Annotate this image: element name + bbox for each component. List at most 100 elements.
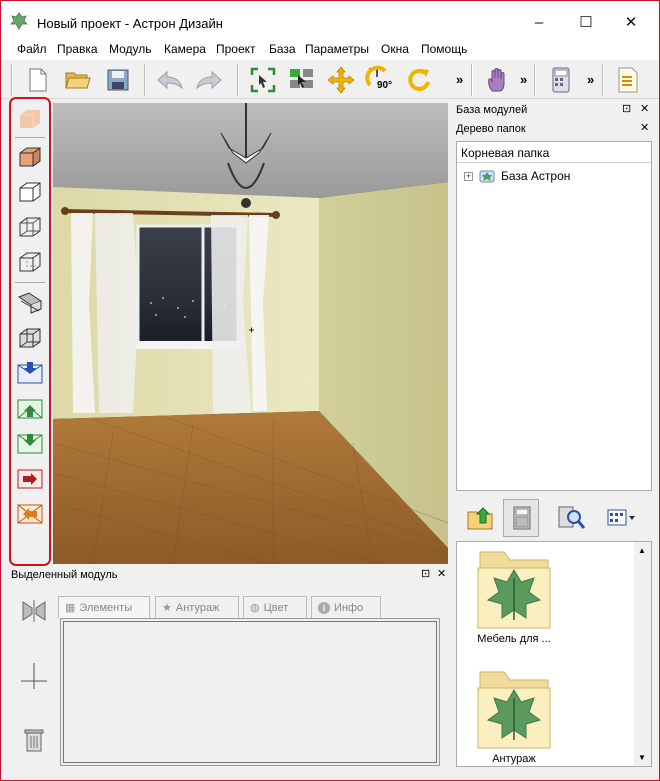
section-plane-icon (17, 292, 43, 314)
tree-node-root[interactable]: + База Астрон (464, 168, 570, 184)
folder-leaf-icon (477, 551, 551, 629)
view-right-button[interactable] (16, 464, 44, 492)
tab-content (60, 618, 440, 766)
folder-label: Антураж (492, 753, 536, 765)
move-button[interactable] (326, 65, 356, 95)
view-mode-toolbar (9, 97, 51, 566)
folder-tree-title: Дерево папок (456, 123, 526, 135)
menu-camera[interactable]: Камера (164, 42, 206, 56)
redo-button[interactable] (194, 65, 224, 95)
window-title: Новый проект - Астрон Дизайн (37, 16, 223, 31)
scroll-down-arrow-icon[interactable]: ▼ (638, 753, 646, 762)
star-icon: ★ (162, 602, 172, 614)
view-front-button[interactable] (16, 359, 44, 387)
view-mode-white-button[interactable] (16, 178, 44, 206)
redo-icon (196, 70, 222, 90)
view-bottom-button[interactable] (16, 429, 44, 457)
tab-info[interactable]: i Инфо (311, 596, 381, 618)
view-mode-wire-button[interactable] (16, 213, 44, 241)
tab-label: Антураж (175, 601, 220, 614)
toolbar-separator (237, 64, 239, 96)
view-mode-solid-disabled-button[interactable] (16, 105, 44, 133)
view-front-arrow-icon (17, 362, 43, 384)
folder-item-entourage[interactable]: Антураж (459, 668, 569, 765)
tab-entourage[interactable]: ★ Антураж (155, 596, 239, 618)
tab-content-area (63, 621, 437, 763)
delete-button[interactable] (17, 723, 51, 757)
view-mode-shaded-button[interactable] (16, 143, 44, 171)
menu-module[interactable]: Модуль (109, 42, 152, 56)
close-panel-icon[interactable]: ✕ (640, 121, 649, 134)
pan-hand-button[interactable] (483, 65, 513, 95)
folder-label: Мебель для ... (477, 633, 551, 645)
go-up-folder-button[interactable] (463, 499, 499, 537)
scroll-up-arrow-icon[interactable]: ▲ (638, 546, 646, 555)
open-folder-button[interactable] (63, 65, 93, 95)
toolbar-overflow-chevron-2[interactable]: » (520, 72, 527, 87)
folder-item-furniture[interactable]: Мебель для ... (459, 548, 569, 645)
minimize-button[interactable]: – (519, 9, 559, 37)
close-panel-icon[interactable]: ✕ (640, 102, 649, 115)
select-frame-button[interactable] (248, 65, 278, 95)
close-button[interactable]: ✕ (611, 9, 651, 37)
view-right-arrow-icon (17, 469, 43, 489)
menu-file[interactable]: Файл (17, 42, 47, 56)
new-file-button[interactable] (23, 65, 53, 95)
selected-module-title: Выделенный модуль (11, 569, 118, 581)
toolbar-overflow-chevron-3[interactable]: » (587, 72, 594, 87)
app-window: Новый проект - Астрон Дизайн – ☐ ✕ Файл … (0, 0, 660, 781)
menu-edit[interactable]: Правка (57, 42, 98, 56)
pin-icon[interactable]: ⊡ (421, 567, 430, 580)
menu-project[interactable]: Проект (216, 42, 256, 56)
tab-elements[interactable]: ▦ Элементы (58, 596, 150, 618)
tool-separator (15, 282, 45, 283)
menu-help[interactable]: Помощь (421, 42, 467, 56)
box-view-button[interactable] (16, 324, 44, 352)
mirror-icon (22, 600, 46, 622)
pin-icon[interactable]: ⊡ (622, 102, 631, 115)
tree-column-header[interactable]: Корневая папка (457, 142, 651, 163)
view-mode-wire-hidden-button[interactable] (16, 248, 44, 276)
view-bottom-arrow-icon (17, 434, 43, 454)
open-folder-icon (65, 72, 91, 89)
catalog-view-button[interactable] (503, 499, 539, 537)
folder-up-icon (467, 507, 493, 530)
toolbar-separator (471, 64, 473, 96)
menu-bar: Файл Правка Модуль Камера Проект База Па… (1, 39, 659, 59)
mirror-button[interactable] (17, 594, 51, 628)
align-button[interactable] (17, 659, 51, 693)
select-grid-button[interactable] (287, 65, 317, 95)
view-top-button[interactable] (16, 394, 44, 422)
rotate-90-button[interactable]: 90° (365, 65, 395, 95)
toolbar-overflow-chevron[interactable]: » (456, 72, 463, 87)
section-view-button[interactable] (16, 289, 44, 317)
cube-wireframe-icon (19, 217, 41, 237)
info-icon: i (318, 601, 330, 614)
menu-parameters[interactable]: Параметры (305, 42, 369, 56)
maximize-button[interactable]: ☐ (566, 9, 606, 37)
menu-windows[interactable]: Окна (381, 42, 409, 56)
tab-label: Цвет (263, 601, 289, 614)
3d-viewport[interactable] (53, 103, 448, 564)
folder-tree-header: Дерево папок ✕ (454, 121, 652, 138)
search-catalog-button[interactable] (553, 499, 589, 537)
view-top-arrow-icon (17, 399, 43, 419)
close-panel-icon[interactable]: ✕ (437, 567, 446, 580)
tab-color[interactable]: ◍ Цвет (243, 596, 307, 618)
menu-base[interactable]: База (269, 42, 296, 56)
rotate-icon (408, 68, 430, 91)
view-style-dropdown[interactable] (601, 499, 641, 537)
undo-button[interactable] (155, 65, 185, 95)
report-button[interactable] (613, 65, 643, 95)
save-button[interactable] (103, 65, 133, 95)
file-list-scrollbar[interactable]: ▲ ▼ (634, 542, 651, 766)
tab-label: Инфо (334, 601, 364, 614)
save-icon (107, 69, 129, 91)
calculator-button[interactable] (546, 65, 576, 95)
expand-icon[interactable]: + (464, 171, 473, 181)
list-view-icon (607, 509, 635, 526)
rotate-button[interactable] (404, 65, 434, 95)
view-left-button[interactable] (16, 499, 44, 527)
globe-icon: ◍ (250, 602, 260, 614)
grid-icon: ▦ (65, 602, 76, 614)
